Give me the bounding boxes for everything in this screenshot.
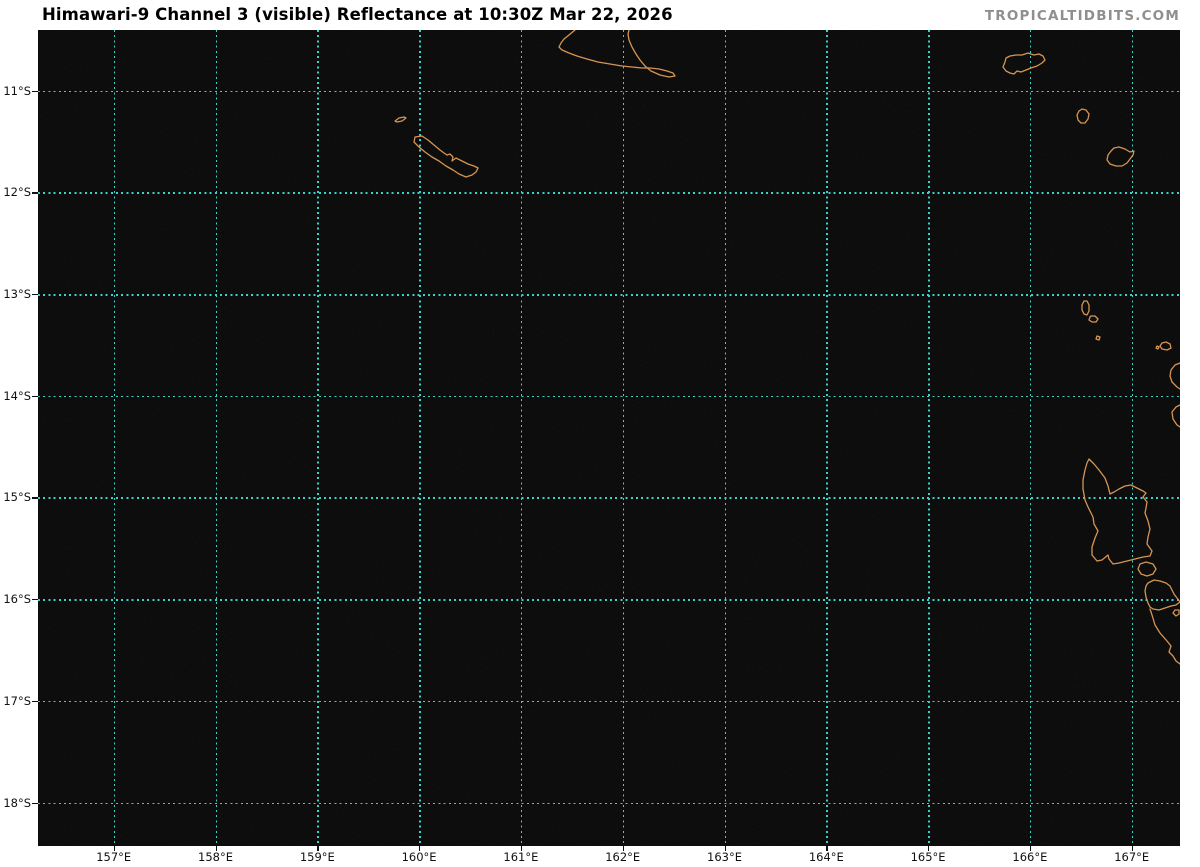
coastline-vanua-lava-partial bbox=[1169, 362, 1180, 390]
coastline-vanikoro bbox=[1106, 146, 1135, 167]
lat-tick-label: 17°S bbox=[3, 693, 31, 708]
lon-tick-label: 161°E bbox=[503, 850, 539, 864]
lat-tick-label: 16°S bbox=[3, 592, 31, 607]
lon-tick-label: 159°E bbox=[299, 850, 335, 864]
lon-tick-label: 157°E bbox=[96, 850, 132, 864]
lon-tick-label: 162°E bbox=[605, 850, 641, 864]
coastline-utupua bbox=[1076, 108, 1090, 124]
lon-tick-label: 165°E bbox=[910, 850, 946, 864]
coastline-malakula-head bbox=[1144, 579, 1180, 611]
figure-title: Himawari-9 Channel 3 (visible) Reflectan… bbox=[42, 5, 673, 24]
map-canvas bbox=[38, 30, 1180, 846]
lon-tick-label: 160°E bbox=[401, 850, 437, 864]
lat-tick-label: 15°S bbox=[3, 490, 31, 505]
coastline-bellona bbox=[394, 116, 407, 123]
lat-axis-tick bbox=[32, 395, 38, 398]
lon-tick-label: 164°E bbox=[808, 850, 844, 864]
satellite-figure: Himawari-9 Channel 3 (visible) Reflectan… bbox=[0, 0, 1200, 867]
lat-tick-label: 18°S bbox=[3, 795, 31, 810]
coastline-rennell bbox=[413, 135, 479, 178]
coastline-mota-lava-islet bbox=[1155, 345, 1160, 350]
coastline-malakula-islet bbox=[1172, 609, 1180, 617]
lat-axis-tick bbox=[32, 192, 38, 194]
lon-tick-label: 158°E bbox=[198, 850, 233, 864]
coastline-nendo-santa-cruz bbox=[1002, 52, 1046, 75]
coastline-torres-island-2 bbox=[1088, 315, 1099, 323]
coastline-torres-island-3 bbox=[1095, 335, 1101, 341]
coastline-svg bbox=[394, 30, 1180, 665]
lat-tick-label: 14°S bbox=[3, 388, 31, 403]
coastline-gaua-partial bbox=[1171, 404, 1180, 428]
coastline-malo bbox=[1137, 561, 1157, 577]
lon-tick-label: 166°E bbox=[1012, 850, 1048, 864]
lat-axis-tick bbox=[32, 294, 38, 296]
lat-tick-label: 13°S bbox=[3, 287, 31, 301]
coastline-espiritu-santo bbox=[1082, 458, 1153, 565]
lat-tick-label: 11°S bbox=[3, 83, 31, 98]
coastline-malakula-west-coast bbox=[1149, 608, 1180, 665]
coastline-makira bbox=[558, 30, 676, 78]
lat-axis-tick bbox=[32, 700, 38, 703]
lat-axis-tick bbox=[32, 90, 38, 92]
coastline-torres-island-1 bbox=[1081, 300, 1090, 316]
lat-axis-tick bbox=[32, 802, 38, 804]
lat-axis-tick bbox=[32, 599, 38, 601]
lon-tick-label: 167°E bbox=[1114, 850, 1150, 864]
tropicaltidbits-watermark: TROPICALTIDBITS.COM bbox=[984, 8, 1180, 24]
coastline-mota-lava bbox=[1159, 341, 1172, 351]
lon-tick-label: 163°E bbox=[707, 850, 742, 864]
lat-axis-tick bbox=[32, 497, 38, 499]
lat-tick-label: 12°S bbox=[3, 185, 31, 200]
